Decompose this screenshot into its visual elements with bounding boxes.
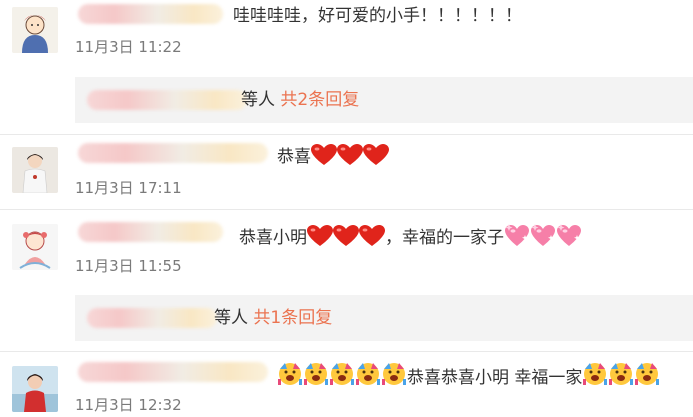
username-redacted[interactable] (78, 4, 223, 24)
comment-text: 恭喜恭喜小明 幸福一家 (277, 361, 660, 389)
red-heart-icon (333, 225, 359, 247)
username-redacted[interactable] (78, 143, 268, 163)
avatar[interactable] (12, 7, 58, 53)
reply-summary[interactable]: 等人 共2条回复 (75, 77, 693, 123)
reply-count-link[interactable]: 共1条回复 (253, 308, 332, 328)
reply-summary[interactable]: 等人 共1条回复 (75, 295, 693, 341)
red-heart-icon (311, 144, 337, 166)
reply-usernames-redacted (87, 90, 247, 110)
comment-item: 哇哇哇哇，好可爱的小手！！！！！！ 11月3日 11:22 (0, 0, 693, 72)
party-face-icon (381, 361, 407, 387)
username-redacted[interactable] (78, 222, 223, 242)
party-face-icon (329, 361, 355, 387)
sparkling-heart-icon (530, 223, 556, 247)
party-face-icon (277, 361, 303, 387)
party-face-icon (355, 361, 381, 387)
party-face-icon (634, 361, 660, 387)
comment-item: 恭喜小明 ，幸福的一家子 11月3日 11:55 (0, 210, 693, 288)
comment-text: 哇哇哇哇，好可爱的小手！！！！！！ (233, 6, 522, 26)
comment-time: 11月3日 11:55 (75, 257, 182, 275)
sparkling-heart-icon (504, 223, 530, 247)
divider (0, 134, 693, 135)
comment-time: 11月3日 17:11 (75, 179, 182, 197)
comment-item: 恭喜 11月3日 17:11 (0, 139, 693, 209)
comment-item: 恭喜恭喜小明 幸福一家 11月3日 12:32 (0, 352, 693, 417)
red-heart-icon (363, 144, 389, 166)
red-heart-icon (307, 225, 333, 247)
party-face-icon (582, 361, 608, 387)
avatar[interactable] (12, 224, 58, 270)
party-face-icon (608, 361, 634, 387)
reply-suffix: 等人 (214, 308, 248, 328)
username-redacted[interactable] (78, 362, 268, 382)
reply-usernames-redacted (87, 308, 217, 328)
red-heart-icon (337, 144, 363, 166)
comment-text: 恭喜小明 ，幸福的一家子 (239, 223, 582, 249)
avatar[interactable] (12, 366, 58, 412)
reply-suffix: 等人 (241, 90, 275, 110)
party-face-icon (303, 361, 329, 387)
comment-feed: 哇哇哇哇，好可爱的小手！！！！！！ 11月3日 11:22 等人 共2条回复 恭… (0, 0, 693, 417)
sparkling-heart-icon (556, 223, 582, 247)
comment-time: 11月3日 11:22 (75, 38, 182, 56)
reply-count-link[interactable]: 共2条回复 (280, 90, 359, 110)
red-heart-icon (359, 225, 385, 247)
comment-text: 恭喜 (277, 144, 389, 168)
avatar[interactable] (12, 147, 58, 193)
comment-time: 11月3日 12:32 (75, 396, 182, 414)
